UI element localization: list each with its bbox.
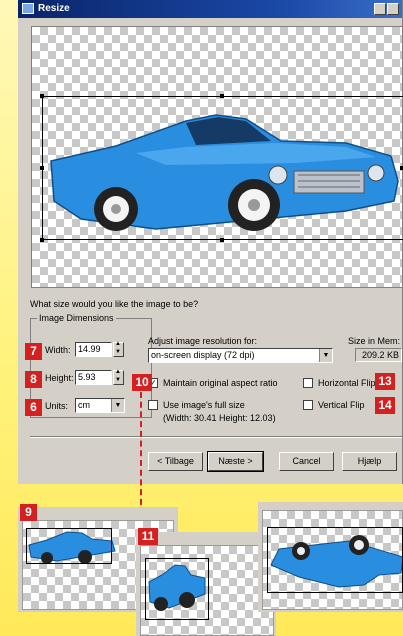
- horizontal-flip-checkbox[interactable]: [303, 378, 313, 388]
- selection-frame: [145, 558, 209, 620]
- chevron-down-icon[interactable]: ▼: [111, 399, 124, 412]
- maintain-aspect-label[interactable]: Maintain original aspect ratio: [163, 378, 278, 388]
- resize-handle[interactable]: [220, 94, 224, 98]
- memory-value: 209.2 KB: [355, 348, 402, 362]
- full-size-label[interactable]: Use image's full size: [163, 400, 245, 410]
- selection-frame: [26, 528, 112, 564]
- chevron-down-icon[interactable]: ▼: [319, 349, 332, 362]
- callout-6: 6: [25, 399, 42, 416]
- width-spinner[interactable]: [113, 341, 124, 357]
- resolution-select[interactable]: on-screen display (72 dpi) ▼: [148, 348, 333, 363]
- help-button[interactable]: Hjælp: [342, 452, 397, 471]
- horizontal-flip-label[interactable]: Horizontal Flip: [318, 378, 376, 388]
- width-label: Width:: [45, 345, 71, 355]
- group-legend: Image Dimensions: [37, 313, 116, 323]
- vertical-flip-label[interactable]: Vertical Flip: [318, 400, 365, 410]
- height-input[interactable]: 5.93: [75, 370, 112, 385]
- callout-11: 11: [138, 528, 158, 545]
- callout-7: 7: [25, 343, 42, 360]
- resize-handle[interactable]: [40, 94, 44, 98]
- back-button[interactable]: < Tilbage: [148, 452, 203, 471]
- minimize-icon[interactable]: [374, 3, 386, 15]
- vertical-flip-checkbox[interactable]: [303, 400, 313, 410]
- title-bar: Resize: [18, 0, 402, 18]
- divider: [30, 436, 402, 438]
- height-label: Height:: [45, 373, 74, 383]
- callout-13: 13: [375, 373, 395, 390]
- callout-14: 14: [375, 397, 395, 414]
- resize-dialog: Resize What size would you like the imag…: [18, 0, 403, 484]
- resolution-value: on-screen display (72 dpi): [151, 350, 255, 360]
- cancel-button[interactable]: Cancel: [279, 452, 334, 471]
- resolution-label: Adjust image resolution for:: [148, 336, 258, 346]
- units-label: Units:: [45, 401, 69, 411]
- thumbnail-flipped-car: [262, 510, 403, 610]
- full-size-dimensions: (Width: 30.41 Height: 12.03): [163, 413, 276, 423]
- selection-frame: [267, 527, 403, 593]
- callout-9: 9: [20, 504, 37, 521]
- units-select[interactable]: cm ▼: [75, 398, 125, 413]
- callout-10: 10: [132, 374, 152, 391]
- height-spinner[interactable]: [113, 369, 124, 385]
- car-image: [50, 114, 399, 231]
- app-icon: [22, 3, 34, 14]
- resize-handle[interactable]: [40, 166, 44, 170]
- window-title: Resize: [38, 3, 70, 14]
- resize-handle[interactable]: [220, 238, 224, 242]
- thumbnail-tall-car: [140, 545, 274, 636]
- memory-label: Size in Mem:: [348, 336, 401, 346]
- image-preview: [31, 26, 403, 288]
- full-size-checkbox[interactable]: [148, 400, 158, 410]
- units-value: cm: [78, 400, 90, 410]
- resize-handle[interactable]: [40, 238, 44, 242]
- question-text: What size would you like the image to be…: [30, 299, 199, 309]
- next-button[interactable]: Næste >: [207, 451, 264, 472]
- width-input[interactable]: 14.99: [75, 342, 112, 357]
- close-icon[interactable]: [387, 3, 399, 15]
- callout-8: 8: [25, 371, 42, 388]
